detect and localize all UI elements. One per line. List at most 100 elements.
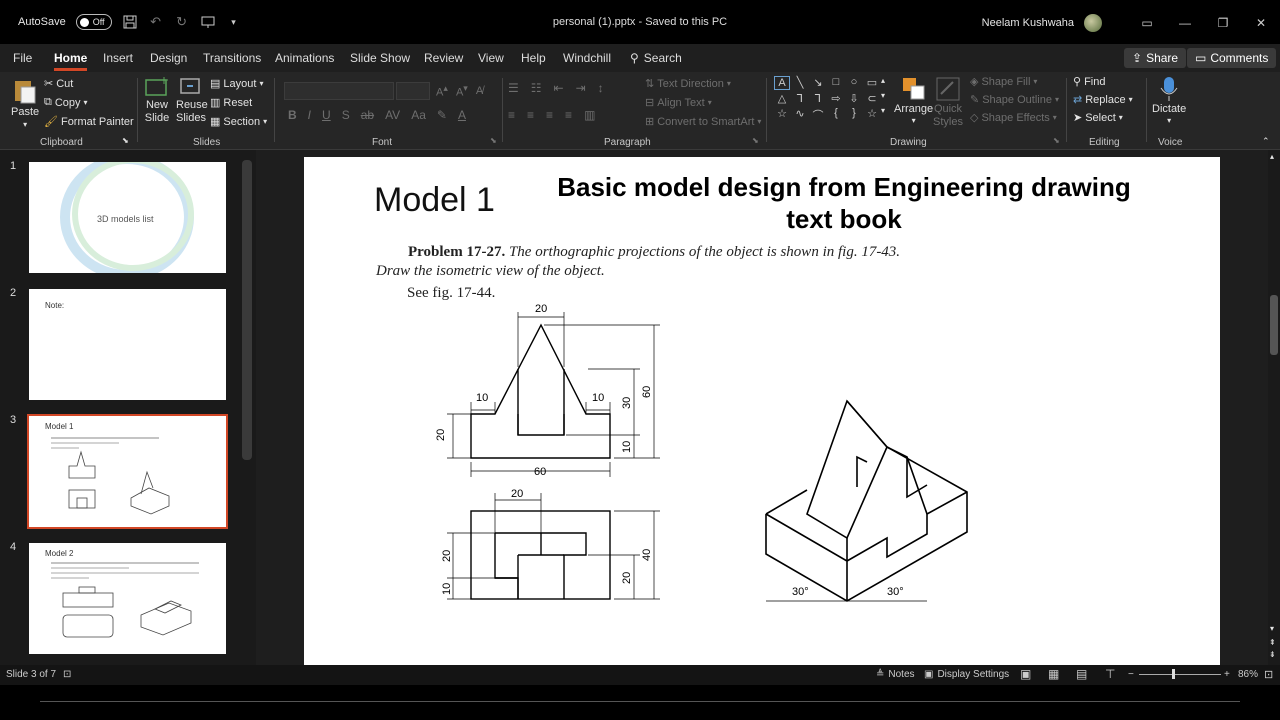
increase-indent-icon[interactable]: ⇥ — [576, 81, 586, 95]
tab-home[interactable]: Home — [54, 51, 88, 71]
accessibility-icon[interactable]: ⊡ — [63, 669, 71, 680]
font-launcher-icon[interactable]: ⬊ — [490, 136, 497, 145]
align-right-icon[interactable]: ≡ — [546, 108, 553, 122]
thumbnail-scrollbar[interactable] — [242, 160, 252, 460]
tab-slide-show[interactable]: Slide Show — [350, 51, 410, 65]
tab-review[interactable]: Review — [424, 51, 463, 65]
clipboard-launcher-icon[interactable]: ⬊ — [122, 136, 129, 145]
line-spacing-icon[interactable]: ↕ — [598, 81, 604, 95]
zoom-slider[interactable] — [1139, 674, 1221, 675]
restore-button[interactable]: ❐ — [1204, 16, 1242, 30]
rounded-rect-shape-icon[interactable]: ▭ — [864, 76, 880, 90]
tab-help[interactable]: Help — [521, 51, 546, 65]
highlight-icon[interactable]: ✎ — [437, 108, 447, 122]
copy-button[interactable]: ⧉ Copy ▾ — [44, 96, 88, 109]
brace-right-shape-icon[interactable]: } — [846, 107, 862, 123]
slide-3[interactable]: Model 1 Basic model design from Engineer… — [304, 157, 1220, 665]
replace-button[interactable]: ⇄ Replace ▾ — [1073, 93, 1133, 107]
present-icon[interactable] — [200, 14, 216, 30]
reuse-slides-button[interactable]: Reuse Slides — [176, 76, 208, 125]
format-painter-button[interactable]: 🖌 Format Painter — [44, 115, 134, 129]
convert-smartart-button[interactable]: ⊞ Convert to SmartArt ▾ — [645, 115, 761, 129]
find-button[interactable]: ⚲ Find — [1073, 75, 1105, 89]
scroll-up-icon[interactable]: ▴ — [881, 76, 885, 85]
reading-view-icon[interactable]: ▤ — [1076, 667, 1087, 681]
connector-shape-icon[interactable]: ⅂ — [810, 92, 826, 105]
align-center-icon[interactable]: ≡ — [527, 108, 534, 122]
grow-font-icon[interactable]: A▴ — [436, 83, 448, 99]
bullets-icon[interactable]: ☰ — [508, 81, 519, 95]
comments-button[interactable]: ▭ Comments — [1187, 48, 1277, 68]
user-name[interactable]: Neelam Kushwaha — [982, 17, 1074, 29]
minimize-button[interactable]: — — [1166, 16, 1204, 30]
paste-button[interactable]: Paste ▾ — [11, 78, 39, 129]
autosave-toggle[interactable]: Off — [75, 14, 112, 30]
slideshow-icon[interactable]: ⊤ — [1105, 667, 1115, 681]
char-spacing-icon[interactable]: AV — [385, 108, 400, 122]
strikethrough-button[interactable]: ab — [361, 108, 374, 122]
more-shapes-icon[interactable]: ▾ — [881, 106, 885, 115]
section-button[interactable]: ▦ Section ▾ — [210, 115, 267, 129]
tab-view[interactable]: View — [478, 51, 504, 65]
tab-transitions[interactable]: Transitions — [203, 51, 261, 65]
shapes-gallery[interactable]: A ╲ ↘ □ ○ ▭ △ ⅂ ⅂ ⇨ ⇩ ⊂ ☆ ∿ ⌒ { } ☆ — [774, 76, 880, 123]
search-box[interactable]: ⚲ Search — [630, 51, 682, 65]
scroll-thumb[interactable] — [1270, 295, 1278, 355]
columns-icon[interactable]: ▥ — [584, 108, 595, 122]
align-text-button[interactable]: ⊟ Align Text ▾ — [645, 96, 712, 110]
numbering-icon[interactable]: ☷ — [531, 81, 542, 95]
customize-qat-icon[interactable]: ▾ — [226, 14, 242, 30]
slide-sorter-icon[interactable]: ▦ — [1048, 667, 1059, 681]
tab-windchill[interactable]: Windchill — [563, 51, 611, 65]
zoom-out-icon[interactable]: − — [1128, 669, 1134, 680]
shadow-button[interactable]: S — [342, 108, 350, 122]
font-name-input[interactable] — [284, 82, 394, 100]
zoom-in-icon[interactable]: + — [1224, 669, 1230, 680]
arrange-button[interactable]: Arrange ▾ — [894, 76, 933, 125]
collapse-ribbon-icon[interactable]: ⌃ — [1262, 136, 1270, 147]
bold-button[interactable]: B — [288, 108, 297, 122]
close-button[interactable]: ✕ — [1242, 16, 1280, 30]
slide-vertical-scrollbar[interactable]: ▴ ▾ ⇞ ⇟ — [1268, 150, 1280, 665]
previous-slide-icon[interactable]: ⇞ — [1269, 638, 1276, 647]
zoom-slider-thumb[interactable] — [1172, 669, 1175, 679]
save-icon[interactable] — [122, 14, 138, 30]
scroll-down-icon[interactable]: ▾ — [1270, 624, 1274, 633]
elbow-shape-icon[interactable]: ⅂ — [792, 92, 808, 105]
triangle-shape-icon[interactable]: △ — [774, 92, 790, 105]
notes-button[interactable]: ≜ Notes — [876, 669, 915, 680]
paragraph-launcher-icon[interactable]: ⬊ — [752, 136, 759, 145]
arrow-shape-icon[interactable]: ↘ — [810, 76, 826, 90]
gallery-scroll[interactable]: ▴ ▾ ▾ — [881, 76, 885, 115]
shape-fill-button[interactable]: ◈ Shape Fill ▾ — [970, 75, 1037, 89]
tab-animations[interactable]: Animations — [275, 51, 334, 65]
scroll-up-icon[interactable]: ▴ — [1270, 152, 1274, 161]
clear-format-icon[interactable]: A̸ — [476, 85, 483, 97]
tab-insert[interactable]: Insert — [103, 51, 133, 65]
scroll-down-icon[interactable]: ▾ — [881, 91, 885, 100]
font-color-icon[interactable]: A — [458, 108, 466, 122]
right-arrow-shape-icon[interactable]: ⇨ — [828, 92, 844, 105]
decrease-indent-icon[interactable]: ⇤ — [554, 81, 564, 95]
display-settings-button[interactable]: ▣ Display Settings — [924, 669, 1009, 680]
text-direction-button[interactable]: ⇅ Text Direction ▾ — [645, 77, 731, 91]
normal-view-icon[interactable]: ▣ — [1020, 667, 1031, 681]
justify-icon[interactable]: ≡ — [565, 108, 572, 122]
line-shape-icon[interactable]: ╲ — [792, 76, 808, 90]
oval-shape-icon[interactable]: ○ — [846, 76, 862, 90]
select-button[interactable]: ➤ Select ▾ — [1073, 111, 1123, 125]
shape-more-icon[interactable]: ⊂ — [864, 92, 880, 105]
arc-shape-icon[interactable]: ⌒ — [810, 107, 826, 123]
align-left-icon[interactable]: ≡ — [508, 108, 515, 122]
slide-thumbnail-2[interactable]: Note: — [29, 289, 226, 400]
star-shape-icon[interactable]: ☆ — [774, 107, 790, 123]
zoom-level[interactable]: 86% — [1238, 669, 1258, 680]
layout-button[interactable]: ▤ Layout ▾ — [210, 77, 263, 91]
undo-icon[interactable]: ↶ — [148, 14, 164, 30]
shape-outline-button[interactable]: ✎ Shape Outline ▾ — [970, 93, 1059, 107]
ribbon-display-options-icon[interactable]: ▭ — [1128, 16, 1166, 30]
new-slide-button[interactable]: New Slide — [142, 76, 172, 125]
rectangle-shape-icon[interactable]: □ — [828, 76, 844, 90]
slide-thumbnail-1[interactable]: 3D models list — [29, 162, 226, 273]
down-arrow-shape-icon[interactable]: ⇩ — [846, 92, 862, 105]
